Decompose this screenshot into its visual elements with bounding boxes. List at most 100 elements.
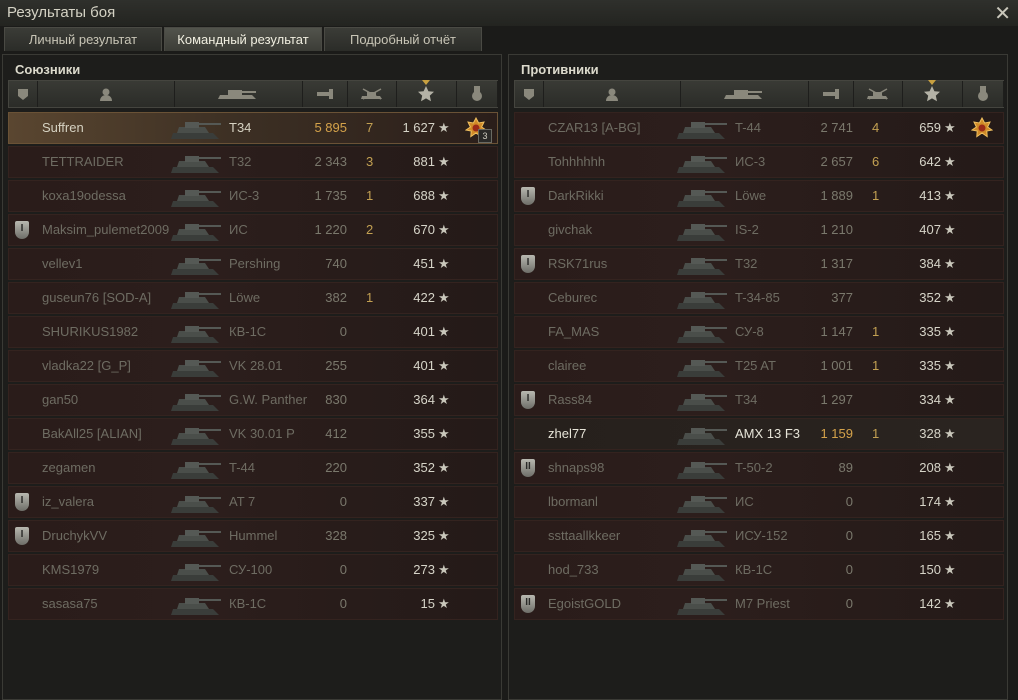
player-row[interactable]: I Rass84 T34 1 297 334 ★ [514, 384, 1004, 416]
frags-value: 1 [872, 358, 880, 373]
player-row[interactable]: Tohhhhhh ИС-3 2 657 6 642 ★ [514, 146, 1004, 178]
header-xp-star-icon[interactable] [902, 80, 963, 107]
header-tank-icon[interactable] [680, 81, 809, 107]
header-player-icon[interactable] [37, 81, 175, 107]
xp-value: 670 [413, 222, 435, 237]
star-icon: ★ [944, 154, 956, 169]
tank-thumbnail-icon [169, 491, 225, 518]
damage-value: 1 001 [820, 358, 853, 373]
player-row[interactable]: ssttaallkkeer ИСУ-152 0 165 ★ [514, 520, 1004, 552]
tab-team-result[interactable]: Командный результат [164, 27, 322, 51]
star-icon: ★ [438, 358, 450, 373]
tank-name: IS-2 [735, 222, 759, 237]
star-icon: ★ [944, 120, 956, 135]
header-damage-icon[interactable] [808, 81, 854, 107]
tank-thumbnail-icon [675, 253, 731, 280]
player-row[interactable]: FA_MAS СУ-8 1 147 1 335 ★ [514, 316, 1004, 348]
damage-icon [822, 89, 839, 99]
player-row[interactable]: Iiz_valera AT 7 0 337 ★ [8, 486, 498, 518]
player-row[interactable]: zhel77 AMX 13 F3 1 159 1 328 ★ [514, 418, 1004, 450]
close-icon[interactable]: ✕ [994, 1, 1011, 26]
star-icon: ★ [438, 154, 450, 169]
player-row[interactable]: zegamen T-44 220 352 ★ [8, 452, 498, 484]
xp-value: 642 [919, 154, 941, 169]
tank-thumbnail-icon [169, 355, 225, 382]
player-row[interactable]: Suffren T34 5 895 7 1 627 ★ 3 [8, 112, 498, 144]
player-row[interactable]: BakAll25 [ALIAN] VK 30.01 P 412 355 ★ [8, 418, 498, 450]
player-row[interactable]: sasasa75 КВ-1С 0 15 ★ [8, 588, 498, 620]
player-row[interactable]: CZAR13 [A-BG] T-44 2 741 4 659 ★ [514, 112, 1004, 144]
player-name: Suffren [42, 120, 84, 135]
player-row[interactable]: I RSK71rus T32 1 317 384 ★ [514, 248, 1004, 280]
tank-name: СУ-100 [229, 562, 273, 577]
tank-name: T-44 [229, 460, 256, 475]
player-row[interactable]: SHURIKUS1982 КВ-1С 0 401 ★ [8, 316, 498, 348]
player-row[interactable]: KMS1979 СУ-100 0 273 ★ [8, 554, 498, 586]
tank-thumbnail-icon [169, 287, 225, 314]
tank-thumbnail-icon [169, 253, 225, 280]
header-squad-icon[interactable] [9, 81, 38, 107]
damage-value: 89 [838, 460, 853, 475]
xp-value: 337 [413, 494, 435, 509]
tab-detailed-report[interactable]: Подробный отчёт [324, 27, 482, 51]
player-row[interactable]: vladka22 [G_P] VK 28.01 255 401 ★ [8, 350, 498, 382]
damage-value: 1 889 [820, 188, 853, 203]
player-row[interactable]: TETTRAIDER T32 2 343 3 881 ★ [8, 146, 498, 178]
damage-value: 0 [845, 494, 853, 509]
player-row[interactable]: lbormanl ИС 0 174 ★ [514, 486, 1004, 518]
player-row[interactable]: I Maksim_pulemet2009 ИС 1 220 2 670 ★ [8, 214, 498, 246]
player-row[interactable]: hod_733 КВ-1С 0 150 ★ [514, 554, 1004, 586]
frags-value: 7 [366, 120, 374, 135]
tank-thumbnail-icon [675, 117, 731, 144]
xp-value: 413 [919, 188, 941, 203]
damage-value: 830 [325, 392, 347, 407]
player-name: BakAll25 [ALIAN] [42, 426, 142, 441]
star-icon: ★ [944, 290, 956, 305]
xp-value: 273 [413, 562, 435, 577]
header-damage-icon[interactable] [302, 81, 348, 107]
header-squad-icon[interactable] [515, 81, 544, 107]
header-player-icon[interactable] [543, 81, 681, 107]
damage-value: 1 159 [820, 426, 853, 441]
player-name: lbormanl [548, 494, 598, 509]
header-xp-star-icon[interactable] [396, 80, 457, 107]
header-medal-icon[interactable] [962, 81, 1004, 107]
header-tank-icon[interactable] [174, 81, 303, 107]
player-row[interactable]: I DarkRikki Löwe 1 889 1 413 ★ [514, 180, 1004, 212]
star-icon: ★ [438, 188, 450, 203]
player-row[interactable]: givchak IS-2 1 210 407 ★ [514, 214, 1004, 246]
sort-arrow-icon [422, 80, 430, 85]
player-row[interactable]: vellev1 Pershing 740 451 ★ [8, 248, 498, 280]
header-medal-icon[interactable] [456, 81, 498, 107]
squad-badge-icon: I [521, 255, 535, 273]
star-icon: ★ [438, 460, 450, 475]
tank-name: Löwe [735, 188, 767, 203]
player-row[interactable]: guseun76 [SOD-A] Löwe 382 1 422 ★ [8, 282, 498, 314]
squad-badge-icon: I [15, 221, 29, 239]
player-name: vellev1 [42, 256, 83, 271]
player-row[interactable]: clairee T25 AT 1 001 1 335 ★ [514, 350, 1004, 382]
medal-icon[interactable] [970, 116, 994, 142]
player-row[interactable]: koxa19odessa ИС-3 1 735 1 688 ★ [8, 180, 498, 212]
tab-personal-result[interactable]: Личный результат [4, 27, 162, 51]
xp-value: 1 627 [402, 120, 435, 135]
tank-thumbnail-icon [675, 593, 731, 620]
player-row[interactable]: Ceburec T-34-85 377 352 ★ [514, 282, 1004, 314]
damage-value: 0 [845, 528, 853, 543]
tank-name: КВ-1С [229, 596, 267, 611]
player-row[interactable]: II shnaps98 T-50-2 89 208 ★ [514, 452, 1004, 484]
player-row[interactable]: gan50 G.W. Panther 830 364 ★ [8, 384, 498, 416]
player-name: gan50 [42, 392, 79, 407]
damage-value: 255 [325, 358, 347, 373]
damage-value: 1 220 [314, 222, 347, 237]
enemies-column-header [514, 80, 1004, 108]
star-icon: ★ [944, 358, 956, 373]
header-frags-icon[interactable] [347, 81, 397, 107]
player-name: DruchykVV [42, 528, 108, 543]
header-frags-icon[interactable] [853, 81, 903, 107]
xp-star-icon [924, 86, 940, 102]
player-row[interactable]: II EgoistGOLD M7 Priest 0 142 ★ [514, 588, 1004, 620]
player-row[interactable]: I DruchykVV Hummel 328 325 ★ [8, 520, 498, 552]
player-name: koxa19odessa [42, 188, 126, 203]
tab-bar: Личный результат Командный результат Под… [4, 27, 482, 51]
